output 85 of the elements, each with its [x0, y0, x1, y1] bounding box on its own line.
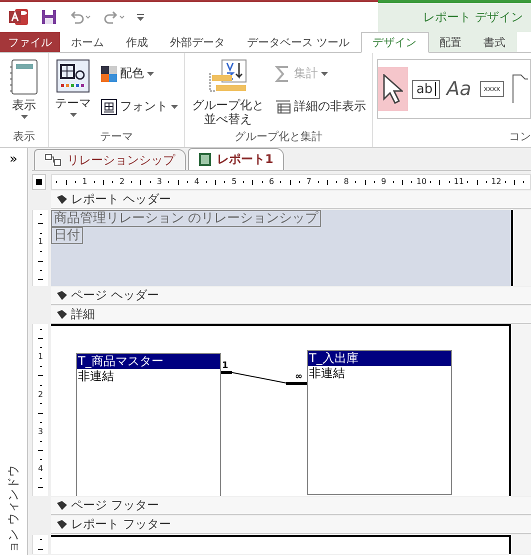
section-label: レポート ヘッダー — [71, 190, 171, 208]
select-report-button[interactable] — [32, 174, 46, 190]
ruler-number: 9 — [381, 177, 386, 186]
table-field-list[interactable]: T_商品マスター 非連結 — [76, 353, 221, 496]
document-tab[interactable]: レポート1 — [188, 148, 284, 170]
color-scheme-icon — [101, 66, 117, 82]
relationships-icon — [45, 154, 61, 166]
font-icon — [101, 98, 117, 114]
redo-icon[interactable] — [103, 10, 125, 24]
section-marker-icon — [57, 194, 67, 204]
section-marker-icon — [57, 501, 67, 510]
ribbon-tab[interactable]: 外部データ — [159, 32, 236, 52]
ribbon-tab[interactable]: データベース ツール — [236, 32, 360, 52]
ruler-number: 8 — [344, 177, 349, 186]
ruler-number: 7 — [306, 177, 312, 186]
ribbon-tab[interactable]: 配置 — [428, 32, 472, 52]
theme-icon — [56, 59, 90, 93]
text-box-tool[interactable]: ab — [411, 67, 441, 111]
pane-title: ョン ウィンドウ — [5, 465, 21, 553]
one-marker: 1 — [222, 362, 228, 372]
group-label: グループ化と集計 — [234, 129, 324, 145]
ruler-number: 6 — [269, 177, 274, 186]
ruler-number: 3 — [156, 177, 162, 186]
group-sort-button[interactable]: グループ化と並べ替え — [189, 57, 267, 128]
vertical-ruler — [32, 535, 48, 554]
hide-details-button[interactable]: 詳細の非表示 — [273, 96, 368, 117]
ruler-number: 10 — [416, 177, 427, 186]
table-title: T_商品マスター — [77, 354, 220, 370]
ruler-number: 12 — [491, 177, 502, 186]
section-bar[interactable]: ページ ヘッダー — [51, 286, 531, 305]
ruler-number: 1 — [82, 177, 88, 186]
section-label: ページ フッター — [71, 497, 159, 514]
field-name: 非連結 — [308, 366, 346, 380]
ribbon-tab[interactable]: ホーム — [60, 32, 115, 52]
ruler-number: 2 — [120, 177, 125, 186]
app-logo-icon — [9, 8, 29, 26]
section-bar[interactable]: レポート ヘッダー — [51, 190, 531, 209]
table-field-list[interactable]: T_入出庫 非連結 — [307, 350, 452, 496]
contextual-tab-title: レポート デザイン — [423, 9, 523, 26]
ruler-number: 3 — [38, 428, 44, 436]
many-marker: ∞ — [295, 373, 302, 382]
ruler-number: 2 — [38, 390, 44, 399]
report-icon — [199, 153, 211, 166]
view-button[interactable]: 表示 — [4, 57, 44, 121]
pointer-icon — [383, 74, 403, 104]
select-tool[interactable] — [378, 67, 408, 111]
expand-pane-button[interactable]: » — [10, 148, 18, 171]
section-bar[interactable]: レポート フッター — [51, 516, 531, 534]
themes-button[interactable]: テーマ — [53, 57, 93, 119]
section-bar[interactable]: ページ フッター — [51, 497, 531, 516]
document-tab[interactable]: リレーションシップ — [34, 149, 186, 170]
group-label: テーマ — [99, 129, 134, 145]
group-label: 表示 — [12, 129, 36, 145]
hide-details-icon — [275, 100, 291, 114]
ruler-number: 4 — [38, 465, 44, 474]
ruler-number: 1 — [38, 353, 44, 362]
table-title: T_入出庫 — [308, 351, 451, 366]
fonts-button[interactable]: フォント — [99, 96, 180, 117]
sigma-icon — [275, 66, 291, 82]
colors-button[interactable]: 配色 — [99, 63, 180, 84]
ribbon-tab[interactable]: デザイン — [360, 32, 428, 53]
ribbon-tab[interactable]: 書式 — [472, 32, 516, 52]
section-label: レポート フッター — [71, 516, 171, 534]
folder-tab-icon — [512, 74, 528, 104]
section-marker-icon — [57, 310, 67, 319]
section-bar[interactable]: 詳細 — [51, 306, 531, 324]
save-icon[interactable] — [41, 9, 57, 25]
section-marker-icon — [57, 290, 67, 300]
section-label: ページ ヘッダー — [71, 286, 159, 304]
ruler-number: 4 — [194, 177, 200, 186]
ruler-number: 1 — [38, 238, 44, 246]
ruler-number: 5 — [232, 177, 237, 186]
ruler-number: 11 — [454, 177, 464, 186]
field-name: 非連結 — [77, 369, 115, 384]
ribbon-tab[interactable]: 作成 — [115, 32, 159, 52]
section-label: 詳細 — [71, 306, 95, 323]
report-label[interactable]: 商品管理リレーション のリレーションシップ — [51, 210, 322, 227]
group-label: コン — [508, 129, 531, 145]
customize-caret-icon[interactable] — [137, 14, 144, 20]
ribbon-tab[interactable]: ファイル — [0, 32, 60, 52]
section-marker-icon — [57, 520, 67, 530]
report-label[interactable]: 日付 — [51, 226, 83, 244]
undo-icon[interactable] — [69, 10, 91, 24]
report-page-icon — [9, 59, 39, 95]
label-tool[interactable]: Aa — [444, 67, 474, 111]
